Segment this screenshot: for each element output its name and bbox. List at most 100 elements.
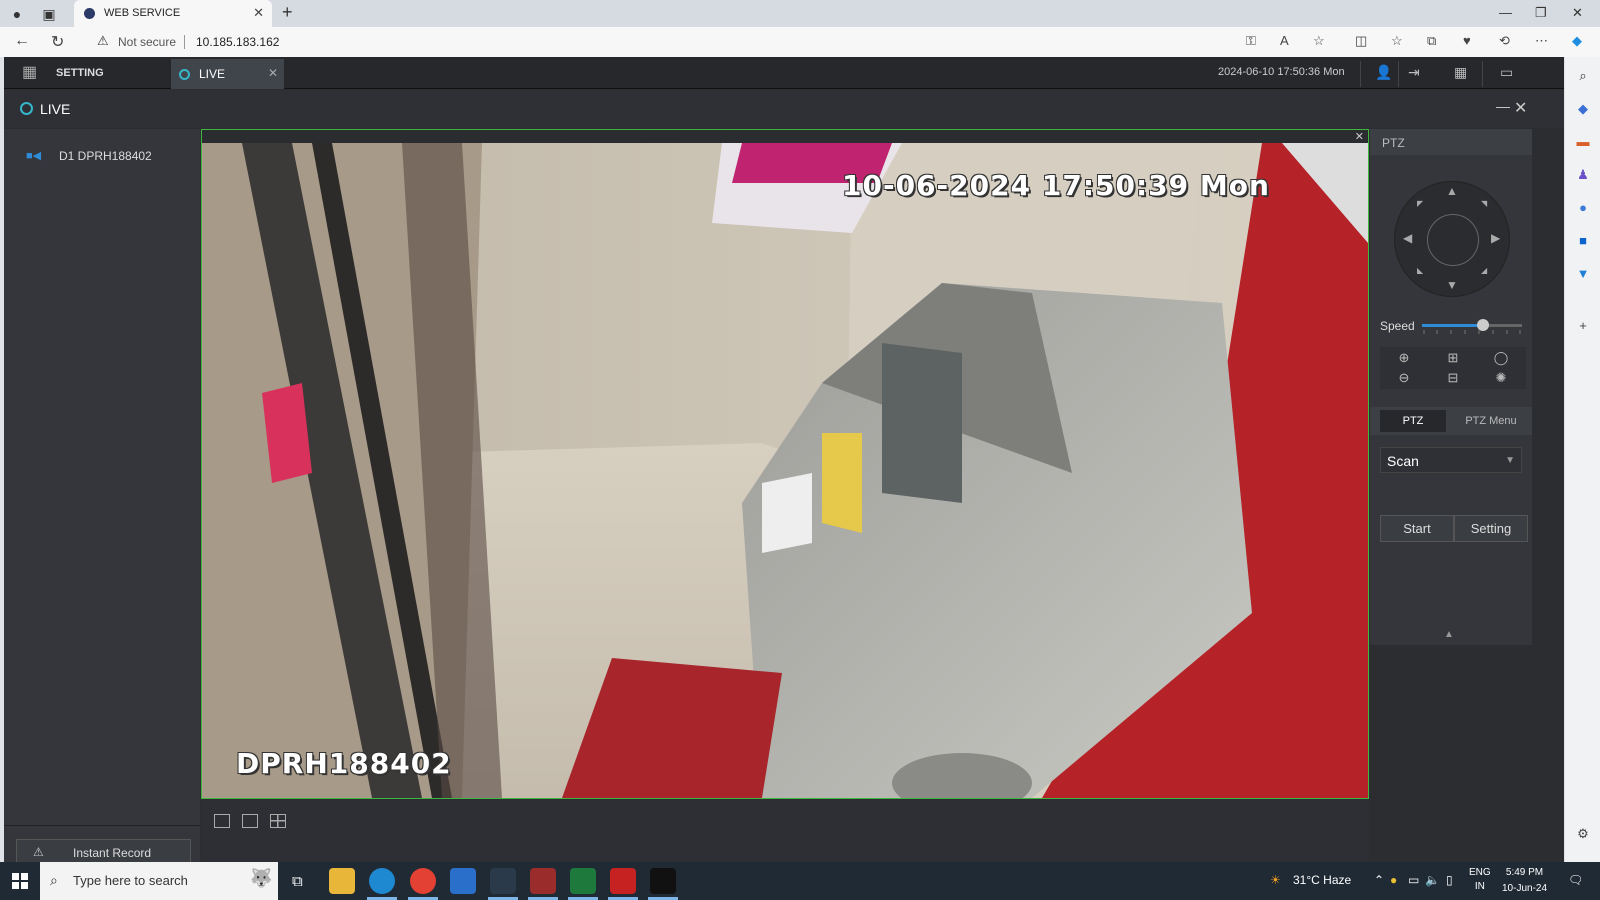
camera-feed[interactable]: 10-06-2024 17:50:39 Mon DPRH188402 bbox=[202, 143, 1368, 798]
warning-icon[interactable]: ⚠ bbox=[97, 33, 109, 49]
close-live-tab-icon[interactable]: ✕ bbox=[268, 66, 278, 80]
tray-chevron-icon[interactable]: ⌃ bbox=[1374, 873, 1384, 887]
browser-tab[interactable]: WEB SERVICE ✕ bbox=[74, 0, 272, 27]
file-explorer-icon[interactable] bbox=[329, 868, 355, 894]
setting-tab[interactable]: SETTING bbox=[56, 67, 104, 79]
collapse-icon[interactable]: ▲ bbox=[1444, 629, 1454, 640]
ptz-center-button[interactable] bbox=[1427, 214, 1479, 266]
calculator-app-icon[interactable] bbox=[530, 868, 556, 894]
volume-icon[interactable]: 🔈 bbox=[1425, 873, 1440, 887]
video-window[interactable]: ✕ 10-06-2024 17:50:39 Mon DPRH188402 bbox=[201, 129, 1369, 799]
chrome-icon[interactable] bbox=[410, 868, 436, 894]
display-icon[interactable]: ▭ bbox=[1500, 64, 1513, 81]
ptz-down-left-icon[interactable]: ◣ bbox=[1417, 266, 1423, 275]
layout-icon[interactable]: ▦ bbox=[1454, 64, 1467, 81]
logout-icon[interactable]: ⇥ bbox=[1408, 64, 1420, 81]
notifications-icon[interactable]: 🗨 bbox=[1568, 873, 1583, 887]
app-icon[interactable] bbox=[610, 868, 636, 894]
app-window-icon[interactable] bbox=[450, 868, 476, 894]
zoom-out-icon[interactable]: ⊖ bbox=[1394, 370, 1414, 386]
speed-slider[interactable] bbox=[1422, 319, 1522, 331]
close-video-icon[interactable]: ✕ bbox=[1355, 130, 1364, 143]
search-highlight-icon[interactable]: 🐺 bbox=[250, 868, 272, 889]
focus-near-icon[interactable]: ⊞ bbox=[1443, 350, 1463, 366]
taskbar-clock[interactable]: 5:49 PM 10-Jun-24 bbox=[1502, 865, 1547, 897]
shopping-tag-icon[interactable]: ◆ bbox=[1574, 100, 1592, 118]
tab-ptz-menu[interactable]: PTZ Menu bbox=[1456, 410, 1526, 432]
browser-essentials-icon[interactable]: ♥ bbox=[1463, 33, 1471, 48]
zoom-in-icon[interactable]: ⊕ bbox=[1394, 350, 1414, 366]
security-status[interactable]: Not secure bbox=[118, 35, 176, 49]
profile-icon[interactable]: ● bbox=[8, 5, 26, 23]
close-tab-icon[interactable]: ✕ bbox=[253, 5, 264, 21]
minimize-icon[interactable]: — bbox=[1499, 5, 1512, 20]
setting-button[interactable]: Setting bbox=[1454, 515, 1528, 542]
grid-menu-icon[interactable]: ▦ bbox=[22, 65, 38, 81]
iris-close-icon[interactable]: ✺ bbox=[1491, 370, 1511, 386]
toolbox-icon[interactable]: ▬ bbox=[1574, 133, 1592, 151]
games-icon[interactable]: ♟ bbox=[1574, 166, 1592, 184]
ptz-down-icon[interactable]: ▼ bbox=[1446, 278, 1458, 292]
quad-view-icon[interactable] bbox=[270, 814, 286, 828]
performance-icon[interactable]: ⟲ bbox=[1499, 33, 1510, 49]
search-icon[interactable]: ⌕ bbox=[1574, 67, 1592, 85]
user-icon[interactable]: 👤 bbox=[1375, 64, 1392, 81]
focus-far-icon[interactable]: ⊟ bbox=[1443, 370, 1463, 386]
close-window-icon[interactable]: ✕ bbox=[1572, 5, 1583, 21]
drop-icon[interactable]: ▼ bbox=[1574, 265, 1592, 283]
tab-actions-icon[interactable]: ▣ bbox=[40, 5, 58, 23]
outlook-icon[interactable]: ■ bbox=[1574, 232, 1592, 250]
ptz-down-right-icon[interactable]: ◢ bbox=[1481, 266, 1487, 275]
device-icon[interactable]: ▯ bbox=[1446, 873, 1453, 887]
ptz-right-icon[interactable]: ▶ bbox=[1491, 231, 1500, 245]
ptz-function-value: Scan bbox=[1387, 453, 1419, 469]
sidebar-settings-icon[interactable]: ⚙ bbox=[1574, 825, 1592, 843]
minimize-live-icon[interactable]: — bbox=[1496, 98, 1510, 114]
taskbar-search-box[interactable]: ⌕ Type here to search bbox=[40, 862, 278, 900]
instant-record-label: Instant Record bbox=[73, 846, 152, 860]
ptz-up-left-icon[interactable]: ◤ bbox=[1417, 199, 1423, 208]
ptz-function-select[interactable]: Scan ▼ bbox=[1380, 447, 1522, 473]
fit-screen-icon[interactable] bbox=[214, 814, 230, 828]
iris-open-icon[interactable]: ◯ bbox=[1491, 350, 1511, 366]
tab-ptz[interactable]: PTZ bbox=[1380, 410, 1446, 432]
refresh-icon[interactable]: ↻ bbox=[51, 32, 64, 52]
read-aloud-icon[interactable]: A bbox=[1280, 33, 1289, 48]
new-tab-icon[interactable]: + bbox=[282, 2, 293, 23]
add-sidebar-icon[interactable]: + bbox=[1574, 317, 1592, 335]
ptz-panel-title: PTZ bbox=[1370, 129, 1532, 155]
ptz-up-right-icon[interactable]: ◥ bbox=[1481, 199, 1487, 208]
language-indicator[interactable]: ENG IN bbox=[1469, 866, 1491, 894]
windows-start-icon[interactable] bbox=[12, 873, 28, 889]
copilot-icon[interactable]: ◆ bbox=[1572, 33, 1582, 49]
edge-browser-icon[interactable] bbox=[369, 868, 395, 894]
url-text[interactable]: 10.185.183.162 bbox=[196, 35, 279, 49]
tally-icon[interactable] bbox=[490, 868, 516, 894]
password-icon[interactable]: ⚿ bbox=[1246, 33, 1256, 49]
live-tab[interactable]: LIVE ✕ bbox=[171, 59, 284, 89]
browser-tab-strip: ● ▣ WEB SERVICE ✕ + — ❐ ✕ bbox=[0, 0, 1600, 27]
task-view-icon[interactable]: ⧉ bbox=[292, 873, 303, 890]
ptz-tabs: PTZ PTZ Menu bbox=[1370, 407, 1532, 435]
office-icon[interactable]: ● bbox=[1574, 199, 1592, 217]
back-icon[interactable]: ← bbox=[14, 32, 30, 50]
ptz-direction-dial[interactable]: ▲ ▼ ◀ ▶ ◤ ◥ ◣ ◢ bbox=[1394, 181, 1510, 297]
favorite-star-icon[interactable]: ☆ bbox=[1313, 33, 1325, 49]
excel-icon[interactable] bbox=[570, 868, 596, 894]
start-button[interactable]: Start bbox=[1380, 515, 1454, 542]
more-menu-icon[interactable]: ⋯ bbox=[1535, 33, 1548, 49]
weather-icon[interactable]: ☀ bbox=[1270, 873, 1281, 887]
close-live-icon[interactable]: ✕ bbox=[1514, 98, 1527, 118]
split-screen-icon[interactable]: ◫ bbox=[1355, 33, 1367, 49]
collections-icon[interactable]: ⧉ bbox=[1427, 33, 1436, 49]
terminal-icon[interactable] bbox=[650, 868, 676, 894]
network-icon[interactable]: ▭ bbox=[1408, 873, 1419, 887]
address-field[interactable]: ⚠ Not secure 10.185.183.162 bbox=[88, 30, 1328, 54]
tray-app-icon[interactable]: ● bbox=[1390, 873, 1397, 887]
single-view-icon[interactable] bbox=[242, 814, 258, 828]
restore-icon[interactable]: ❐ bbox=[1535, 5, 1547, 21]
favorites-icon[interactable]: ☆ bbox=[1391, 33, 1403, 49]
ptz-up-icon[interactable]: ▲ bbox=[1446, 184, 1458, 198]
ptz-left-icon[interactable]: ◀ bbox=[1403, 231, 1412, 245]
weather-text[interactable]: 31°C Haze bbox=[1293, 873, 1351, 887]
